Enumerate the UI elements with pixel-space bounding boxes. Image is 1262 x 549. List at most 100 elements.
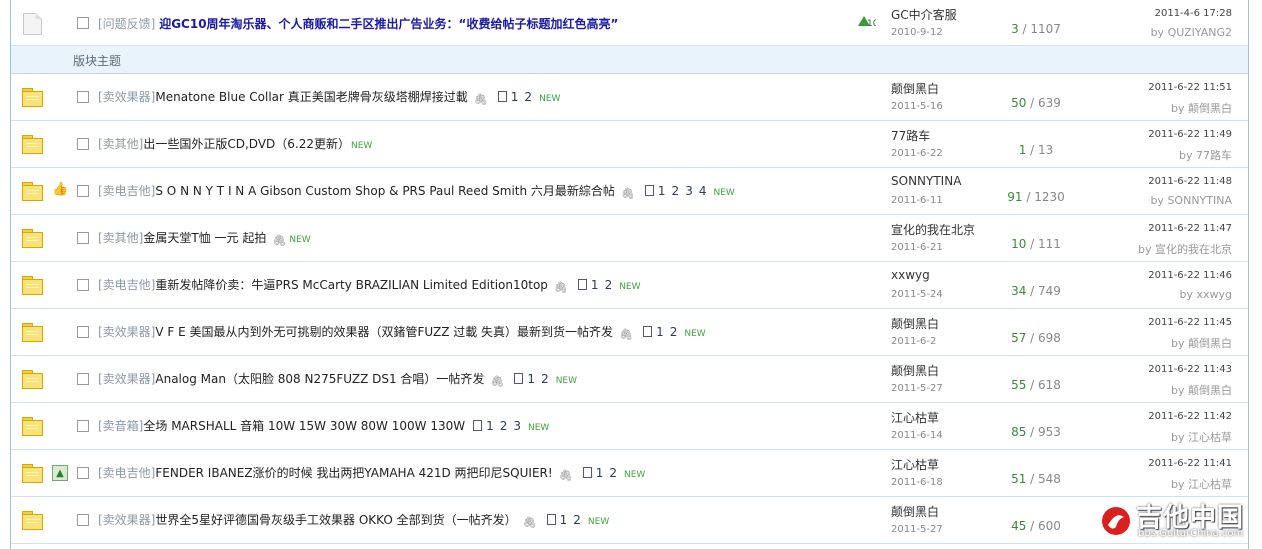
thread-type[interactable]: [卖效果器] [98, 372, 155, 386]
folder-icon[interactable] [22, 370, 43, 389]
thread-subject[interactable]: 世界全5星好评德国骨灰级手工效果器 OKKO 全部到货（一帖齐发） [155, 513, 516, 527]
last-poster[interactable]: xxwyg [1196, 288, 1232, 301]
thread-type[interactable]: [卖其他] [98, 231, 143, 245]
thread-checkbox[interactable] [77, 17, 89, 29]
thread-title[interactable]: [卖电吉他]S O N N Y T I N A Gibson Custom Sh… [98, 182, 735, 200]
thread-author[interactable]: 颠倒黑白 [891, 503, 939, 520]
thread-type[interactable]: [卖其他] [98, 137, 143, 151]
folder-icon[interactable] [22, 511, 43, 530]
thread-subject[interactable]: FENDER IBANEZ涨价的时候 我出两把YAMAHA 421D 两把印尼S… [155, 466, 552, 480]
thread-subject[interactable]: 金属天堂T恤 一元 起拍 [143, 231, 266, 245]
page-link[interactable]: 2 [672, 184, 680, 198]
thread-checkbox[interactable] [77, 91, 89, 103]
page-link[interactable]: 1 [656, 325, 664, 339]
thread-checkbox[interactable] [77, 185, 89, 197]
thread-checkbox[interactable] [77, 373, 89, 385]
folder-icon[interactable] [22, 417, 43, 436]
thread-author[interactable]: 江心枯草 [891, 456, 939, 473]
last-post-time[interactable]: 2011-6-22 11:49 [1148, 129, 1232, 140]
thread-title[interactable]: [卖其他]出一些国外正版CD,DVD（6.22更新）NEW [98, 135, 372, 152]
thread-type[interactable]: [卖电吉他] [98, 184, 155, 198]
thread-title[interactable]: [卖其他]金属天堂T恤 一元 起拍 🖇 NEW [98, 229, 311, 247]
folder-icon[interactable] [22, 88, 43, 107]
folder-icon[interactable] [22, 464, 43, 483]
thread-row[interactable]: [卖效果器]V F E 美国最从内到外无可挑剔的效果器（双鍺管FUZZ 过載 失… [11, 309, 1248, 356]
thread-title[interactable]: [卖音箱]全场 MARSHALL 音箱 10W 15W 30W 80W 100W… [98, 417, 549, 434]
page-link[interactable]: 1 [560, 513, 568, 527]
thread-author[interactable]: 77路车 [891, 127, 930, 144]
thread-row[interactable]: [卖效果器]Menatone Blue Collar 真正美国老牌骨灰级塔棚焊接… [11, 74, 1248, 121]
pinned-thread-row[interactable]: [问题反馈] 迎GC10周年淘乐器、个人商贩和二手区推出广告业务：“收费给帖子标… [11, 0, 1248, 46]
folder-icon[interactable] [22, 276, 43, 295]
thread-subject[interactable]: 迎GC10周年淘乐器、个人商贩和二手区推出广告业务：“收费给帖子标题加红色高亮” [159, 17, 618, 31]
thread-checkbox[interactable] [77, 467, 89, 479]
last-poster[interactable]: 江心枯草 [1188, 478, 1232, 491]
thread-type[interactable]: [卖效果器] [98, 90, 155, 104]
last-post-time[interactable]: 2011-6-22 11:48 [1148, 176, 1232, 187]
thread-author[interactable]: SONNYTINA [891, 174, 961, 188]
thread-subject[interactable]: V F E 美国最从内到外无可挑剔的效果器（双鍺管FUZZ 过載 失真）最新到货… [155, 325, 613, 339]
thread-row[interactable]: [卖其他]金属天堂T恤 一元 起拍 🖇 NEW 宣化的我在北京 2011-6-21 10 … [11, 215, 1248, 262]
folder-icon[interactable] [22, 323, 43, 342]
page-link[interactable]: 2 [670, 325, 678, 339]
last-poster[interactable]: 宣化的我在北京 [1155, 243, 1232, 256]
page-link[interactable]: 3 [685, 184, 693, 198]
page-link[interactable]: 2 [500, 419, 508, 433]
thread-title[interactable]: [卖电吉他]FENDER IBANEZ涨价的时候 我出两把YAMAHA 421D… [98, 464, 645, 482]
thread-author[interactable]: GC中介客服 [891, 6, 957, 23]
last-poster[interactable]: 江心枯草 [1188, 431, 1232, 444]
thread-title[interactable]: [卖效果器]世界全5星好评德国骨灰级手工效果器 OKKO 全部到货（一帖齐发） 🖇… [98, 511, 609, 529]
thread-subject[interactable]: Analog Man（太阳脸 808 N275FUZZ DS1 合唱）一帖齐发 [155, 372, 484, 386]
thread-title[interactable]: [卖效果器]V F E 美国最从内到外无可挑剔的效果器（双鍺管FUZZ 过載 失… [98, 323, 706, 341]
thread-checkbox[interactable] [77, 420, 89, 432]
thread-subject[interactable]: 全场 MARSHALL 音箱 10W 15W 30W 80W 100W 130W [143, 419, 465, 433]
thread-author[interactable]: 宣化的我在北京 [891, 221, 975, 238]
last-poster[interactable]: 颠倒黑白 [1188, 102, 1232, 115]
thread-row[interactable]: [卖电吉他]重新发帖降价卖：牛逼PRS McCarty BRAZILIAN Li… [11, 262, 1248, 309]
thread-type[interactable]: [卖音箱] [98, 419, 143, 433]
last-post-time[interactable]: 2011-6-22 11:45 [1148, 317, 1232, 328]
thread-type[interactable]: [卖效果器] [98, 325, 155, 339]
folder-icon[interactable] [22, 182, 43, 201]
last-poster[interactable]: QUZIYANG2 [1168, 26, 1232, 39]
last-post-time[interactable]: 2011-6-22 11:47 [1148, 223, 1232, 234]
last-post-time[interactable]: 2011-6-22 11:42 [1148, 411, 1232, 422]
page-link[interactable]: 2 [609, 466, 617, 480]
last-post-time[interactable]: 2011-6-22 11:51 [1148, 82, 1232, 93]
thread-subject[interactable]: Menatone Blue Collar 真正美国老牌骨灰级塔棚焊接过載 [155, 90, 467, 104]
thread-title[interactable]: [卖效果器]Menatone Blue Collar 真正美国老牌骨灰级塔棚焊接… [98, 88, 560, 106]
thread-subject[interactable]: 出一些国外正版CD,DVD（6.22更新） [143, 137, 350, 151]
page-link[interactable]: 2 [524, 90, 532, 104]
thread-checkbox[interactable] [77, 326, 89, 338]
thread-title[interactable]: [问题反馈] 迎GC10周年淘乐器、个人商贩和二手区推出广告业务：“收费给帖子标… [98, 15, 618, 32]
last-post-time[interactable]: 2011-4-6 17:28 [1155, 8, 1232, 19]
thread-row[interactable]: ▲ [卖电吉他]FENDER IBANEZ涨价的时候 我出两把YAMAHA 421… [11, 450, 1248, 497]
thread-type[interactable]: [卖电吉他] [98, 278, 155, 292]
thread-author[interactable]: 江心枯草 [891, 409, 939, 426]
thread-author[interactable]: 颠倒黑白 [891, 315, 939, 332]
folder-icon[interactable] [22, 229, 43, 248]
thread-row[interactable]: 👍 [卖电吉他]S O N N Y T I N A Gibson Custom S… [11, 168, 1248, 215]
page-link[interactable]: 1 [511, 90, 519, 104]
thread-checkbox[interactable] [77, 232, 89, 244]
page-link[interactable]: 1 [527, 372, 535, 386]
thread-author[interactable]: 颠倒黑白 [891, 362, 939, 379]
thread-type[interactable]: [卖电吉他] [98, 466, 155, 480]
page-link[interactable]: 1 [596, 466, 604, 480]
thread-row[interactable]: [卖其他]出一些国外正版CD,DVD（6.22更新）NEW 77路车 2011-6-… [11, 121, 1248, 168]
page-link[interactable]: 2 [605, 278, 613, 292]
last-poster[interactable]: SONNYTINA [1167, 194, 1232, 207]
page-link[interactable]: 2 [573, 513, 581, 527]
last-poster[interactable]: 77路车 [1196, 149, 1232, 162]
thread-checkbox[interactable] [77, 514, 89, 526]
page-link[interactable]: 3 [513, 419, 521, 433]
thread-author[interactable]: xxwyg [891, 268, 930, 282]
page-link[interactable]: 1 [591, 278, 599, 292]
last-post-time[interactable]: 2011-6-22 11:41 [1148, 458, 1232, 469]
last-post-time[interactable]: 2011-6-22 11:46 [1148, 270, 1232, 281]
page-link[interactable]: 1 [658, 184, 666, 198]
thread-subject[interactable]: S O N N Y T I N A Gibson Custom Shop & P… [155, 184, 615, 198]
last-poster[interactable]: 颠倒黑白 [1188, 384, 1232, 397]
thread-type[interactable]: [问题反馈] [98, 17, 155, 31]
page-link[interactable]: 4 [699, 184, 707, 198]
